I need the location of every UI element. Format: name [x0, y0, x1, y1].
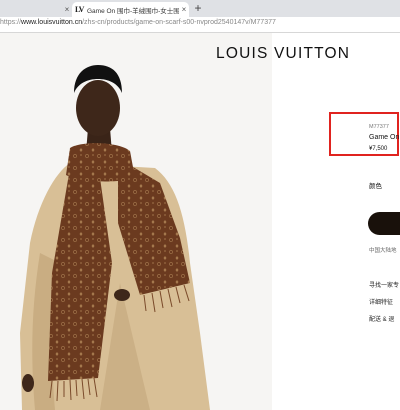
address-bar[interactable]: https://www.louisvuitton.cn/zhs-cn/produ…	[0, 17, 400, 33]
browser-tab-active[interactable]: LV Game On 围巾-羊绒围巾-女士围 ×	[72, 2, 189, 17]
shipping-note: 中国大陆地	[369, 248, 397, 254]
louis-vuitton-favicon-icon: LV	[75, 5, 84, 14]
url-host: www.louisvuitton.cn	[21, 19, 83, 26]
product-image[interactable]	[0, 33, 272, 410]
color-label[interactable]: 颜色	[369, 180, 382, 190]
browser-tab-inactive[interactable]: ×	[0, 2, 72, 17]
url-path: /zhs-cn/products/game-on-scarf-s00-nvpro…	[82, 19, 276, 26]
close-icon[interactable]: ×	[62, 5, 72, 14]
url-prefix: https://	[0, 19, 22, 26]
browser-tab-bar: × LV Game On 围巾-羊绒围巾-女士围 × +	[0, 0, 400, 17]
new-tab-button[interactable]: +	[191, 1, 205, 15]
tab-title: Game On 围巾-羊绒围巾-女士围	[87, 7, 179, 15]
product-price: ¥7,500	[369, 146, 388, 152]
details-link[interactable]: 详细特征	[369, 297, 393, 306]
add-to-cart-button[interactable]	[368, 212, 400, 235]
model-wearing-scarf-illustration	[20, 65, 210, 410]
find-store-link[interactable]: 寻找一家专	[369, 280, 399, 289]
brand-logo[interactable]: LOUIS VUITTON	[216, 45, 400, 63]
close-icon[interactable]: ×	[179, 5, 189, 14]
delivery-returns-link[interactable]: 配送 & 退	[369, 314, 394, 323]
url-text[interactable]: https://www.louisvuitton.cn/zhs-cn/produ…	[0, 19, 276, 26]
product-code: M77377	[369, 124, 389, 130]
product-name: Game On	[369, 134, 400, 141]
